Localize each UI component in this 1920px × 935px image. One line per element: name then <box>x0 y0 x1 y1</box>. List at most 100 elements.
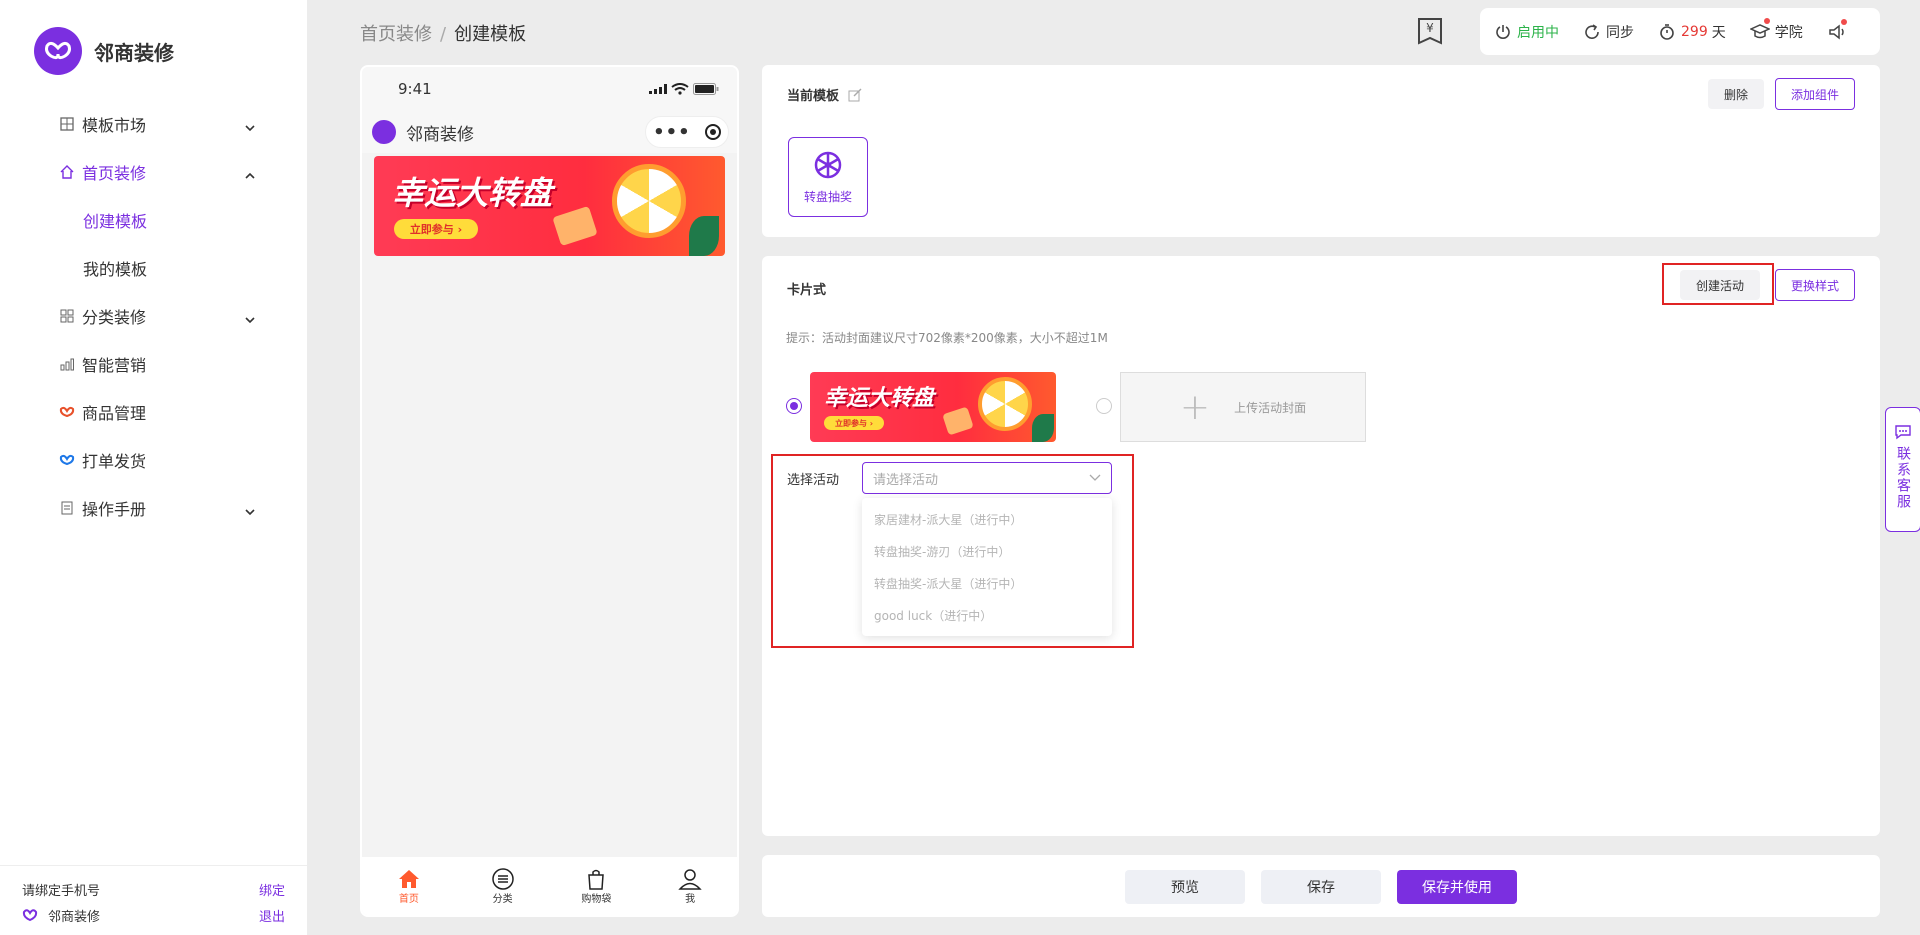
breadcrumb-parent[interactable]: 首页装修 <box>360 24 432 45</box>
miniprogram-capsule[interactable]: ••• <box>645 116 729 148</box>
power-icon <box>1496 24 1510 39</box>
edit-icon[interactable] <box>848 88 862 102</box>
dropdown-option[interactable]: 家居建材-派大星（进行中） <box>862 504 1112 536</box>
gift-box-icon <box>942 406 974 436</box>
speaker-icon <box>1828 23 1844 40</box>
sidebar-item-label: 模板市场 <box>82 116 147 135</box>
cover-radio-upload[interactable] <box>1096 398 1112 414</box>
sidebar: 邻商装修 模板市场 首页装修 创建模板 我的模板 分类装修 智能营销 商品管理 <box>0 0 307 935</box>
billing-icon[interactable]: ¥ <box>1415 16 1445 46</box>
close-target-icon[interactable] <box>704 124 721 140</box>
plus-icon: + <box>1179 386 1211 428</box>
phone-title-text: 邻商装修 <box>406 124 474 145</box>
logout-link[interactable]: 退出 <box>259 906 285 925</box>
product-icon <box>58 403 76 421</box>
sidebar-item-category-decoration[interactable]: 分类装修 <box>0 292 307 340</box>
phone-preview: 9:41 邻商装修 ••• 幸运大转盘 立即参与 › 首页 分类 购物袋 我 <box>360 65 739 917</box>
signal-icon <box>649 84 667 94</box>
announcement-button[interactable] <box>1827 18 1852 41</box>
sidebar-item-home-decoration[interactable]: 首页装修 <box>0 148 307 196</box>
create-activity-button[interactable]: 创建活动 <box>1680 270 1760 300</box>
add-component-button[interactable]: 添加组件 <box>1775 78 1855 110</box>
card-style-title: 卡片式 <box>787 283 827 298</box>
activity-select[interactable]: 请选择活动 <box>862 462 1112 494</box>
notification-dot <box>1763 17 1770 24</box>
brand[interactable]: 邻商装修 <box>34 27 174 75</box>
wheel-icon <box>814 151 842 178</box>
shipping-icon <box>58 451 76 469</box>
sidebar-item-label: 操作手册 <box>82 500 147 519</box>
sidebar-item-smart-marketing[interactable]: 智能营销 <box>0 340 307 388</box>
status-label: 启用中 <box>1517 24 1559 41</box>
cover-option-default[interactable]: 幸运大转盘 立即参与 › <box>810 372 1056 442</box>
days-remaining[interactable]: 299 天 <box>1658 22 1726 42</box>
sync-label: 同步 <box>1606 24 1634 41</box>
sidebar-subitem-my-templates[interactable]: 我的模板 <box>0 244 307 292</box>
status-toggle[interactable]: 启用中 <box>1494 22 1559 42</box>
cover-size-hint: 提示：活动封面建议尺寸702像素*200像素，大小不超过1M <box>786 331 1108 345</box>
cover-radio-default[interactable] <box>786 398 802 414</box>
more-icon[interactable]: ••• <box>653 122 691 143</box>
home-icon <box>58 163 76 181</box>
sync-button[interactable]: 同步 <box>1583 22 1634 42</box>
change-style-button[interactable]: 更换样式 <box>1775 269 1855 301</box>
breadcrumb: 首页装修 / 创建模板 <box>360 20 526 46</box>
wheel-graphic <box>612 164 686 238</box>
phone-navbar: 邻商装修 ••• <box>362 111 737 153</box>
banner-title: 幸运大转盘 <box>824 386 935 411</box>
current-template-panel: 当前模板 删除 添加组件 转盘抽奖 <box>762 65 1880 237</box>
bind-link[interactable]: 绑定 <box>259 880 285 899</box>
customer-service-label: 联系客服 <box>1895 446 1911 510</box>
chevron-down-icon <box>245 117 255 136</box>
tab-cart[interactable]: 购物袋 <box>550 857 644 915</box>
sidebar-nav: 模板市场 首页装修 创建模板 我的模板 分类装修 智能营销 商品管理 打单发货 <box>0 100 307 532</box>
wifi-icon <box>671 83 689 95</box>
wheel-graphic <box>978 377 1032 431</box>
delete-button[interactable]: 删除 <box>1708 79 1764 109</box>
tab-category[interactable]: 分类 <box>456 857 550 915</box>
sidebar-item-manual[interactable]: 操作手册 <box>0 484 307 532</box>
phone-banner[interactable]: 幸运大转盘 立即参与 › <box>374 156 725 256</box>
dropdown-option[interactable]: 转盘抽奖-游刃（进行中） <box>862 536 1112 568</box>
chevron-up-icon <box>245 165 255 184</box>
mini-logo-icon <box>372 120 396 144</box>
tab-me[interactable]: 我 <box>643 857 737 915</box>
component-label: 转盘抽奖 <box>803 189 852 204</box>
sidebar-item-label: 打单发货 <box>82 452 147 471</box>
preview-button[interactable]: 预览 <box>1125 870 1245 904</box>
category-icon <box>58 307 76 325</box>
dropdown-option[interactable]: good luck（进行中） <box>862 600 1112 632</box>
dropdown-option[interactable]: 转盘抽奖-派大星（进行中） <box>862 568 1112 600</box>
leaf-decoration <box>689 216 719 256</box>
chat-bubble-icon <box>1895 425 1911 440</box>
chevron-down-icon <box>1089 474 1101 481</box>
component-card-wheel[interactable]: 转盘抽奖 <box>788 137 868 217</box>
shop-name: 邻商装修 <box>48 909 101 925</box>
sidebar-subitem-create-template[interactable]: 创建模板 <box>0 196 307 244</box>
sidebar-item-product-management[interactable]: 商品管理 <box>0 388 307 436</box>
card-style-panel: 卡片式 创建活动 更换样式 提示：活动封面建议尺寸702像素*200像素，大小不… <box>762 256 1880 836</box>
customer-service-button[interactable]: 联系客服 <box>1885 407 1920 532</box>
phone-time: 9:41 <box>398 80 432 98</box>
tab-label: 购物袋 <box>581 893 612 905</box>
timer-icon <box>1660 23 1674 40</box>
tab-home[interactable]: 首页 <box>362 857 456 915</box>
bag-icon <box>588 869 605 890</box>
chevron-down-icon <box>245 309 255 328</box>
breadcrumb-separator: / <box>440 24 447 45</box>
user-icon <box>678 868 702 890</box>
tab-label: 分类 <box>492 893 513 905</box>
svg-text:¥: ¥ <box>1426 21 1434 35</box>
academy-link[interactable]: 学院 <box>1749 17 1803 42</box>
banner-join-button: 立即参与 › <box>824 416 884 430</box>
sidebar-item-template-market[interactable]: 模板市场 <box>0 100 307 148</box>
banner-join-button[interactable]: 立即参与 › <box>394 219 478 239</box>
save-button[interactable]: 保存 <box>1261 870 1381 904</box>
sidebar-item-label: 智能营销 <box>82 356 147 375</box>
brand-logo-icon <box>34 27 82 75</box>
save-and-use-button[interactable]: 保存并使用 <box>1397 870 1517 904</box>
upload-cover-button[interactable]: + 上传活动封面 <box>1120 372 1366 442</box>
sidebar-item-shipping[interactable]: 打单发货 <box>0 436 307 484</box>
breadcrumb-current: 创建模板 <box>454 24 527 45</box>
home-icon <box>398 869 419 888</box>
